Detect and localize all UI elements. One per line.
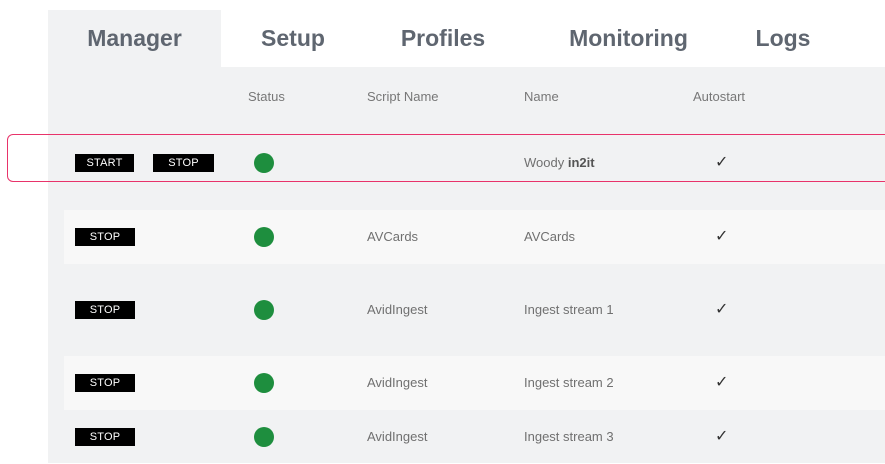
name-cell: Ingest stream 2 [524, 375, 614, 390]
status-indicator [254, 427, 274, 447]
tab-manager[interactable]: Manager [48, 10, 221, 67]
main-tabs: Manager Setup Profiles Monitoring Logs [48, 10, 885, 67]
name-plain: Woody [524, 155, 565, 170]
stop-button[interactable]: STOP [75, 228, 135, 246]
table-row: STOP AvidIngest Ingest stream 3 ✓ [64, 410, 885, 464]
name-cell: AVCards [524, 229, 576, 244]
stop-button[interactable]: STOP [153, 154, 214, 172]
status-indicator [254, 373, 274, 393]
autostart-check-icon: ✓ [715, 428, 729, 445]
header-autostart: Autostart [693, 89, 746, 104]
name-cell: Woody in2it [524, 136, 595, 190]
stop-button[interactable]: STOP [75, 374, 135, 392]
autostart-check-icon: ✓ [715, 374, 729, 391]
tab-logs[interactable]: Logs [738, 10, 828, 67]
name-bold: in2it [567, 155, 595, 170]
tab-profiles[interactable]: Profiles [378, 10, 508, 67]
table-row: STOP AVCards AVCards ✓ [64, 210, 885, 264]
autostart-check-icon: ✓ [715, 154, 729, 171]
autostart-check-icon: ✓ [715, 228, 729, 245]
header-status: Status [248, 89, 285, 104]
header-script-name: Script Name [367, 89, 439, 104]
script-name-cell: AvidIngest [367, 429, 428, 444]
script-name-cell: AvidIngest [367, 375, 428, 390]
tab-setup[interactable]: Setup [238, 10, 348, 67]
autostart-check-icon: ✓ [715, 301, 729, 318]
name-cell: Ingest stream 3 [524, 429, 614, 444]
header-name: Name [524, 89, 559, 104]
start-button[interactable]: START [75, 154, 134, 172]
stop-button[interactable]: STOP [75, 428, 135, 446]
status-indicator [254, 153, 274, 173]
table-row: STOP AvidIngest Ingest stream 2 ✓ [64, 356, 885, 410]
table-row: START STOP Woody in2it ✓ [64, 136, 885, 190]
stop-button[interactable]: STOP [75, 301, 135, 319]
script-name-cell: AvidIngest [367, 302, 428, 317]
tab-monitoring[interactable]: Monitoring [546, 10, 711, 67]
script-name-cell: AVCards [367, 229, 419, 244]
status-indicator [254, 300, 274, 320]
status-indicator [254, 227, 274, 247]
table-row: STOP AvidIngest Ingest stream 1 ✓ [64, 283, 885, 337]
name-cell: Ingest stream 1 [524, 302, 614, 317]
manager-panel: Status Script Name Name Autostart START … [48, 67, 885, 463]
